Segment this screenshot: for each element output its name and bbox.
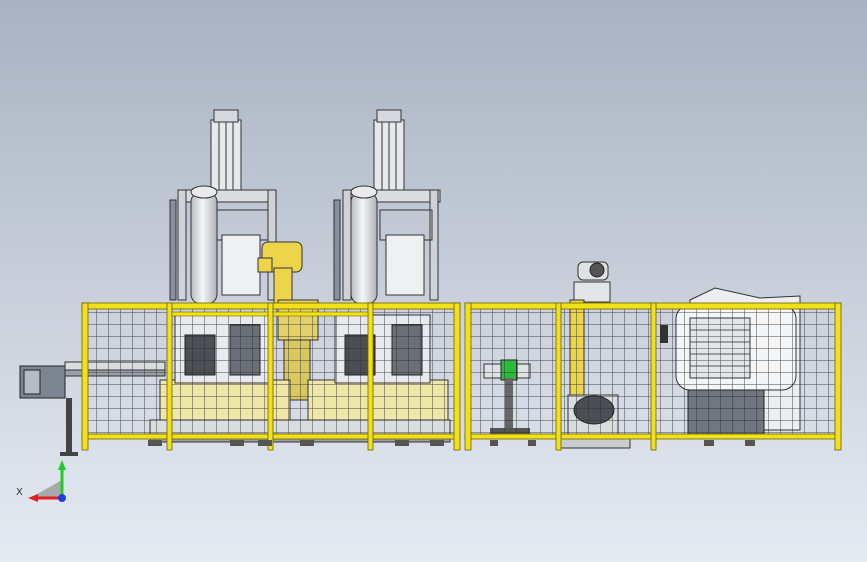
right-safety-fence: [464, 302, 842, 451]
assembly-view: [0, 0, 867, 562]
cad-viewport[interactable]: X: [0, 0, 867, 562]
x-axis-label: X: [16, 487, 23, 498]
left-safety-fence: [81, 302, 461, 451]
